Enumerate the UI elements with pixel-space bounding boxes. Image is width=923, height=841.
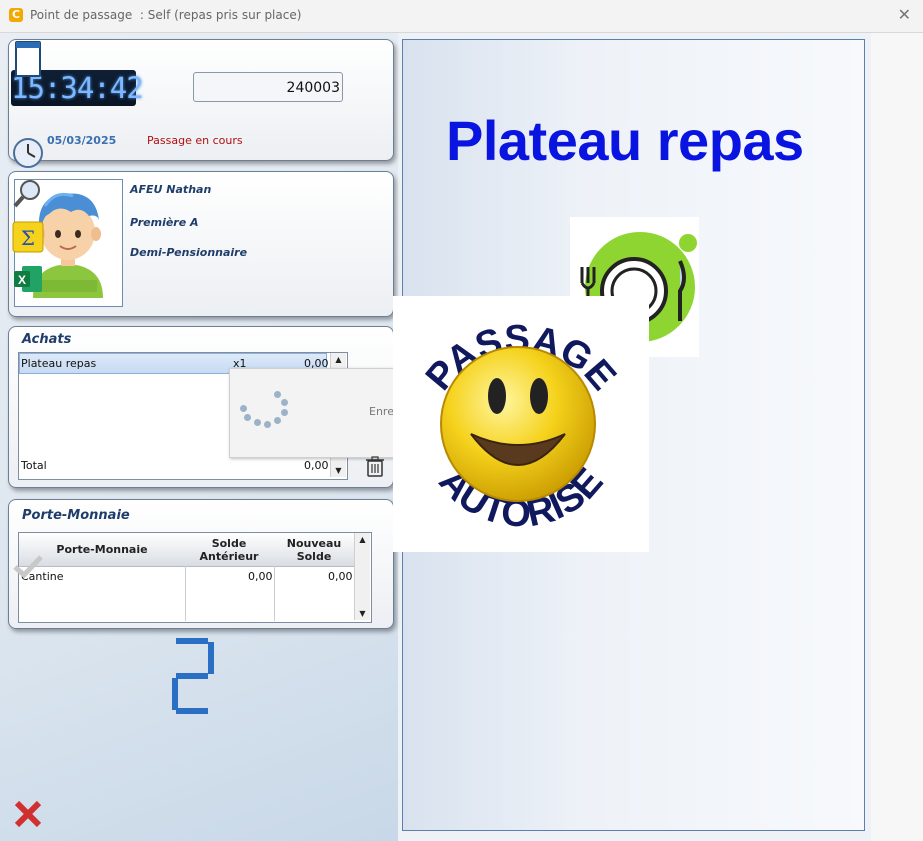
spinner-dot	[281, 409, 288, 416]
current-date: 05/03/2025	[47, 134, 117, 147]
calculator-button[interactable]	[12, 40, 44, 77]
title-bar: C Point de passage : Self (repas pris su…	[0, 0, 923, 33]
right-toolbar	[871, 33, 923, 841]
passage-counter	[170, 636, 220, 716]
window-title: Point de passage : Self (repas pris sur …	[30, 8, 302, 22]
svg-text:X: X	[18, 273, 26, 287]
scroll-down-icon[interactable]: ▼	[355, 609, 370, 618]
col-header-line: Nouveau	[286, 537, 342, 550]
search-button[interactable]	[12, 178, 44, 210]
achats-title: Achats	[22, 332, 72, 347]
cancel-button[interactable]	[12, 798, 44, 830]
totals-button[interactable]: Σ	[12, 221, 44, 253]
svg-text:Σ: Σ	[21, 226, 35, 250]
counter-segment	[208, 642, 214, 674]
column-divider	[185, 566, 186, 621]
badge-code-input[interactable]: 240003	[193, 72, 343, 102]
passage-autorise-stamp: PASSAGE AUTORISE	[393, 296, 649, 552]
counter-segment	[172, 678, 178, 710]
spinner-dot	[274, 391, 281, 398]
validate-button[interactable]	[12, 550, 44, 582]
search-icon	[13, 180, 40, 208]
delete-button[interactable]	[362, 453, 388, 479]
scroll-down-icon[interactable]: ▼	[331, 466, 346, 475]
counter-segment	[176, 708, 208, 714]
loading-text: Enre	[369, 405, 394, 418]
spinner-dot	[264, 421, 271, 428]
app-logo: C	[9, 8, 23, 22]
sigma-icon: Σ	[12, 221, 44, 253]
porte-monnaie-title: Porte-Monnaie	[22, 508, 130, 523]
col-header-line: Solde	[296, 550, 332, 563]
porte-monnaie-scrollbar[interactable]: ▲ ▼	[354, 533, 370, 620]
student-class: Première A	[130, 216, 199, 229]
column-divider	[274, 566, 275, 621]
student-regime: Demi-Pensionnaire	[130, 246, 248, 259]
student-name: AFEU Nathan	[130, 183, 212, 196]
smiley-icon	[440, 346, 596, 502]
col-header-solde-anterieur[interactable]: Solde Antérieur	[186, 537, 272, 563]
trash-icon	[366, 456, 384, 477]
spinner-dot	[254, 419, 261, 426]
porte-monnaie-row-new: 0,00	[328, 570, 353, 583]
spinner-dot	[240, 405, 247, 412]
col-header-nouveau-solde[interactable]: Nouveau Solde	[274, 537, 354, 563]
achats-total-label: Total	[21, 459, 47, 472]
loading-popup: Enre	[229, 368, 396, 458]
achats-row-label: Plateau repas	[21, 357, 97, 370]
counter-segment	[176, 673, 208, 679]
porte-monnaie-row-previous: 0,00	[248, 570, 273, 583]
counter-digit	[172, 638, 214, 714]
spinner-dot	[281, 399, 288, 406]
col-header-porte-monnaie[interactable]: Porte-Monnaie	[20, 543, 184, 556]
excel-export-button[interactable]: X	[12, 263, 44, 295]
excel-icon: X	[14, 266, 42, 292]
achats-total-value: 0,00	[304, 459, 329, 472]
col-header-line: Solde	[211, 537, 247, 550]
checkmark-icon	[13, 555, 43, 579]
passage-status: Passage en cours	[147, 134, 243, 147]
history-button[interactable]	[12, 137, 44, 169]
scroll-up-icon[interactable]: ▲	[331, 355, 346, 364]
scroll-up-icon[interactable]: ▲	[355, 535, 370, 544]
clock-icon	[13, 138, 43, 168]
col-header-line: Antérieur	[199, 550, 259, 563]
spinner-dot	[244, 414, 251, 421]
main-title: Plateau repas	[446, 109, 804, 172]
counter-segment	[176, 638, 208, 644]
spinner-dot	[274, 417, 281, 424]
window-close-button[interactable]: ✕	[898, 5, 911, 24]
calculator-icon	[15, 41, 41, 77]
close-icon	[14, 800, 42, 828]
